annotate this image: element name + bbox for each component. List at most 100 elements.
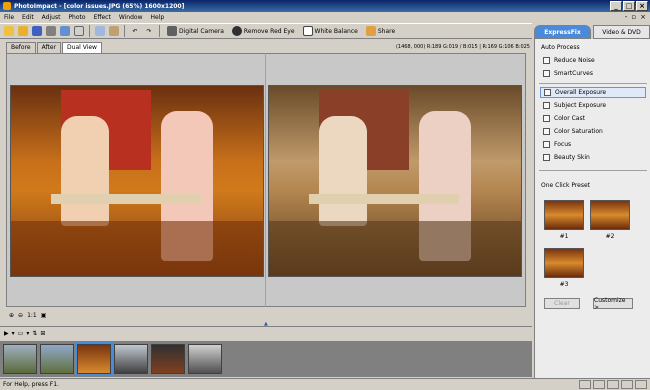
reduce-noise-icon [543,57,550,64]
smartcurves-item[interactable]: SmartCurves [540,68,646,79]
thumbnail-selected[interactable] [75,342,113,376]
color-saturation-item[interactable]: Color Saturation [540,126,646,137]
sort-icon[interactable]: ⇅ [32,330,37,337]
preset-thumbnail-1[interactable] [544,200,584,230]
status-bar: For Help, press F1. [0,378,650,390]
dropdown-icon[interactable]: ▾ [26,330,29,337]
reduce-noise-item[interactable]: Reduce Noise [540,55,646,66]
thumbnail[interactable] [188,344,222,374]
layout-icon[interactable] [621,380,633,389]
menu-edit[interactable]: Edit [22,14,34,21]
preset-thumbnail-3[interactable] [544,248,584,278]
thumbnail[interactable] [40,344,74,374]
tab-video-dvd[interactable]: Video & DVD [593,25,650,39]
digital-camera-label: Digital Camera [179,27,224,35]
focus-item[interactable]: Focus [540,139,646,150]
reduce-noise-label: Reduce Noise [554,57,595,64]
camera-icon [167,26,177,36]
preset-thumbnail-2[interactable] [590,200,630,230]
view-tabs: Before After Dual View [6,42,102,53]
dropdown-icon[interactable]: ▾ [12,330,15,337]
fit-window-icon[interactable]: ▣ [41,312,47,319]
mail-icon[interactable] [73,25,85,37]
white-balance-label: White Balance [314,27,358,35]
menu-bar: File Edit Adjust Photo Effect Window Hel… [0,12,650,23]
toolbar-separator [124,25,125,37]
overall-exposure-item[interactable]: Overall Exposure [540,87,646,98]
share-button[interactable]: Share [363,26,398,36]
thumbnail[interactable] [3,344,37,374]
print-icon[interactable] [45,25,57,37]
after-photo[interactable] [268,85,522,277]
eye-view-icon[interactable] [635,380,647,389]
menu-window[interactable]: Window [119,14,143,21]
smartcurves-icon [543,70,550,77]
smartcurves-label: SmartCurves [554,70,593,77]
share-icon [365,26,376,36]
doc-restore-icon[interactable]: ▫ [631,13,636,21]
tab-before[interactable]: Before [6,42,36,53]
save-strip-icon[interactable]: ▭ [18,330,24,337]
tab-expressfix[interactable]: ExpressFix [534,25,591,39]
menu-effect[interactable]: Effect [94,14,111,21]
status-text: For Help, press F1. [3,381,59,388]
doc-close-icon[interactable]: × [640,13,646,21]
doc-minimize-icon[interactable]: - [625,13,628,21]
mode-tabs: ExpressFix Video & DVD [534,25,650,39]
beauty-skin-label: Beauty Skin [554,154,590,161]
photo-child-left [319,116,367,226]
remove-red-eye-button[interactable]: Remove Red Eye [229,26,298,36]
before-photo[interactable] [10,85,264,277]
save-icon[interactable] [31,25,43,37]
tab-dual-view[interactable]: Dual View [62,42,102,53]
digital-camera-button[interactable]: Digital Camera [164,26,227,36]
filmstrip [0,341,532,377]
maximize-button[interactable]: □ [623,1,635,11]
subject-exposure-label: Subject Exposure [554,102,607,109]
subject-exposure-item[interactable]: Subject Exposure [540,100,646,111]
play-icon[interactable]: ▶ [4,330,9,337]
close-button[interactable]: × [636,1,648,11]
undo-icon[interactable]: ↶ [129,25,141,37]
overall-exposure-icon [544,89,551,96]
copy-icon[interactable] [94,25,106,37]
menu-file[interactable]: File [4,14,14,21]
zoom-in-icon[interactable]: ⊕ [9,312,14,319]
layout-icon[interactable] [579,380,591,389]
layout-icon[interactable] [593,380,605,389]
thumbnail[interactable] [114,344,148,374]
white-balance-button[interactable]: White Balance [300,26,361,36]
menu-photo[interactable]: Photo [68,14,85,21]
remove-red-eye-label: Remove Red Eye [243,27,295,35]
actual-size-button[interactable]: 1:1 [27,312,37,319]
tab-after[interactable]: After [36,42,62,53]
status-icons [579,380,647,389]
open-icon[interactable] [17,25,29,37]
new-icon[interactable] [3,25,15,37]
zoom-out-icon[interactable]: ⊖ [18,312,23,319]
photo-floor [11,221,263,276]
thumbnail[interactable] [151,344,185,374]
menu-adjust[interactable]: Adjust [42,14,61,21]
zoom-bar: ⊕ ⊖ 1:1 ▣ [6,309,532,321]
customize-button[interactable]: Customize > [593,297,633,311]
document-controls: - ▫ × [625,13,646,21]
main-toolbar: ↶ ↷ Digital Camera Remove Red Eye White … [0,23,532,39]
minimize-button[interactable]: _ [610,1,622,11]
beauty-skin-icon [543,154,550,161]
preset-label-1: #1 [559,233,569,240]
scan-icon[interactable] [59,25,71,37]
photo-floor [269,221,521,276]
color-saturation-icon [543,128,550,135]
layout-icon[interactable] [607,380,619,389]
clear-button[interactable]: Clear [544,298,580,309]
color-cast-item[interactable]: Color Cast [540,113,646,124]
beauty-skin-item[interactable]: Beauty Skin [540,152,646,163]
menu-help[interactable]: Help [151,14,165,21]
pixel-readout: (1468, 000) R:189 G:019 / B:015 | R:169 … [395,44,530,50]
one-click-preset-title: One Click Preset [541,182,591,189]
redo-icon[interactable]: ↷ [143,25,155,37]
grid-icon[interactable]: ⊞ [40,330,45,337]
app-icon [3,2,11,10]
paste-icon[interactable] [108,25,120,37]
